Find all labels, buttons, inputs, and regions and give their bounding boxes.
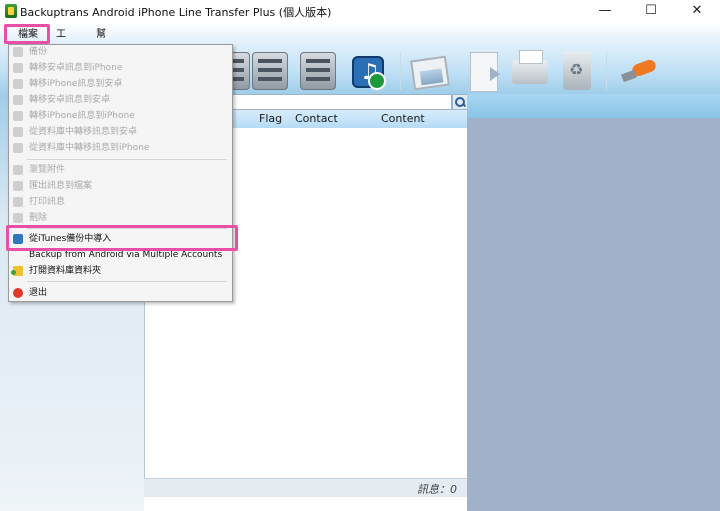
menu-item-iphone-to-iphone[interactable]: 轉移iPhone訊息到iPhone [9, 108, 232, 124]
backup-icon [13, 47, 23, 57]
database-transfer-icon [13, 127, 23, 137]
menu-item-label: 轉移安卓訊息到安卓 [29, 95, 111, 105]
menu-item-label: 轉移iPhone訊息到安卓 [29, 79, 123, 89]
highlight-file-menu [4, 24, 50, 44]
menu-item-label: 打開資料庫資料夾 [29, 266, 102, 276]
menu-item-android-to-iphone[interactable]: 轉移安卓訊息到iPhone [9, 60, 232, 76]
menu-tools[interactable]: 工具 [56, 26, 66, 58]
detail-header [467, 94, 720, 118]
menu-item-label: 從資料庫中轉移訊息到安卓 [29, 127, 138, 137]
recycle-bin-icon[interactable] [563, 52, 591, 90]
menu-item-label: 轉移安卓訊息到iPhone [29, 63, 123, 73]
attachment-icon [13, 165, 23, 175]
export-icon [13, 181, 23, 191]
title-bar: Backuptrans Android iPhone Line Transfer… [0, 0, 720, 22]
menu-item-label: 瀏覽附件 [29, 165, 66, 175]
menu-help[interactable]: 幫助 [96, 26, 106, 58]
menu-separator [27, 159, 227, 160]
phone-transfer-icon [13, 79, 23, 89]
phone-transfer-icon [13, 95, 23, 105]
phone-transfer-icon [13, 63, 23, 73]
app-icon [5, 4, 17, 18]
exit-icon [13, 288, 23, 298]
menu-item-print[interactable]: 打印訊息 [9, 194, 232, 210]
window-title: Backuptrans Android iPhone Line Transfer… [20, 6, 332, 19]
close-button[interactable]: ✕ [674, 0, 720, 22]
phone-transfer-icon [13, 111, 23, 121]
photo-icon[interactable] [410, 55, 450, 91]
toolbar-separator [400, 52, 401, 90]
minimize-button[interactable]: — [582, 0, 628, 22]
folder-icon [11, 266, 23, 276]
menu-item-android-to-android[interactable]: 轉移安卓訊息到安卓 [9, 92, 232, 108]
status-bar: 訊息：0 [144, 478, 467, 497]
delete-icon [13, 213, 23, 223]
menu-item-label: 刪除 [29, 213, 48, 223]
database-transfer-icon [13, 143, 23, 153]
menu-item-db-to-iphone[interactable]: 從資料庫中轉移訊息到iPhone [9, 140, 232, 156]
column-flag[interactable]: Flag [259, 110, 282, 128]
message-count: 訊息：0 [417, 483, 457, 496]
menu-separator [27, 281, 227, 282]
menu-item-open-db-folder[interactable]: 打開資料庫資料夾 [9, 263, 232, 279]
key-icon[interactable] [620, 52, 656, 90]
menu-item-label: 從資料庫中轉移訊息到iPhone [29, 143, 150, 153]
menu-item-db-to-android[interactable]: 從資料庫中轉移訊息到安卓 [9, 124, 232, 140]
server-icon[interactable] [252, 52, 288, 90]
itunes-import-icon[interactable] [352, 56, 386, 90]
export-doc-icon[interactable] [470, 52, 500, 92]
menu-item-exit[interactable]: 退出 [9, 285, 232, 301]
menu-item-delete[interactable]: 刪除 [9, 210, 232, 226]
highlight-import-itunes [6, 225, 238, 251]
menu-item-iphone-to-android[interactable]: 轉移iPhone訊息到安卓 [9, 76, 232, 92]
menu-item-label: 匯出訊息到檔案 [29, 181, 93, 191]
column-content[interactable]: Content [381, 110, 425, 128]
search-icon[interactable] [452, 94, 468, 110]
print-icon [13, 197, 23, 207]
message-detail-pane [467, 94, 720, 511]
maximize-button[interactable]: ☐ [628, 0, 674, 22]
menu-item-export[interactable]: 匯出訊息到檔案 [9, 178, 232, 194]
menu-item-label: 退出 [29, 288, 48, 298]
menu-item-label: 打印訊息 [29, 197, 66, 207]
server-icon[interactable] [300, 52, 336, 90]
printer-icon[interactable] [512, 50, 548, 84]
menu-item-label: 轉移iPhone訊息到iPhone [29, 111, 135, 121]
file-menu-dropdown: 備份 轉移安卓訊息到iPhone 轉移iPhone訊息到安卓 轉移安卓訊息到安卓… [8, 44, 233, 302]
column-contact[interactable]: Contact [295, 110, 338, 128]
menu-item-label: 備份 [29, 47, 48, 57]
menu-item-view-attachments[interactable]: 瀏覽附件 [9, 162, 232, 178]
menu-item-backup[interactable]: 備份 [9, 44, 232, 60]
toolbar-separator [606, 52, 607, 90]
